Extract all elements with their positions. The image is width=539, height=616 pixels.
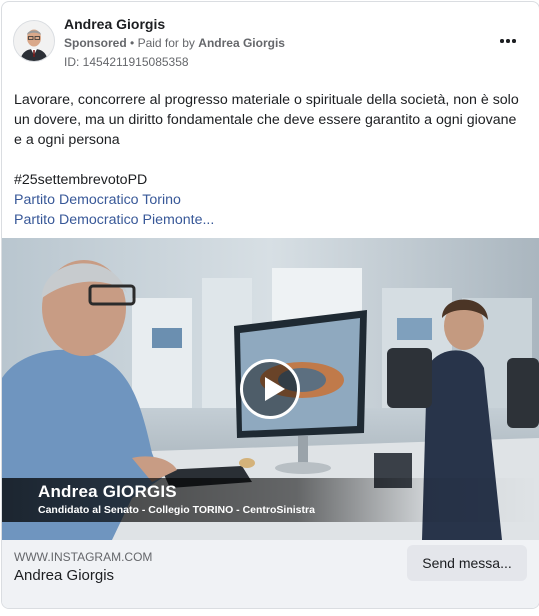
post-header: Andrea Giorgis Sponsored • Paid for by A… — [2, 2, 539, 82]
sponsored-label: Sponsored — [64, 36, 127, 50]
link-footer[interactable]: WWW.INSTAGRAM.COM Andrea Giorgis Send me… — [2, 540, 539, 608]
post-text: Lavorare, concorrere al progresso materi… — [14, 92, 519, 148]
ad-id: ID: 1454211915085358 — [64, 55, 189, 69]
caption-name: Andrea GIORGIS — [38, 482, 177, 501]
send-message-button[interactable]: Send messa... — [407, 545, 527, 581]
avatar-portrait — [14, 21, 54, 61]
link-title: Andrea Giorgis — [14, 567, 115, 584]
link-domain: WWW.INSTAGRAM.COM — [14, 550, 153, 564]
caption-subtitle: Candidato al Senato - Collegio TORINO - … — [38, 504, 315, 516]
more-horizontal-icon — [500, 39, 504, 43]
page-link-piemonte[interactable]: Partito Democratico Piemonte... — [14, 212, 214, 228]
paid-for-name: Andrea Giorgis — [198, 36, 285, 50]
video-media[interactable]: Andrea GIORGIS Candidato al Senato - Col… — [2, 238, 539, 540]
post-body: Lavorare, concorrere al progresso materi… — [14, 90, 526, 230]
hashtag: #25settembrevotoPD — [14, 172, 148, 188]
play-icon[interactable] — [240, 359, 300, 419]
page-link-torino[interactable]: Partito Democratico Torino — [14, 192, 181, 208]
more-options-button[interactable] — [497, 32, 519, 50]
sponsored-line: Sponsored • Paid for by Andrea Giorgis — [64, 36, 285, 50]
ad-card: Andrea Giorgis Sponsored • Paid for by A… — [1, 1, 539, 609]
author-name[interactable]: Andrea Giorgis — [64, 16, 165, 32]
separator: • — [130, 36, 135, 50]
paid-for-prefix: Paid for by — [137, 36, 195, 50]
avatar[interactable] — [13, 20, 55, 62]
